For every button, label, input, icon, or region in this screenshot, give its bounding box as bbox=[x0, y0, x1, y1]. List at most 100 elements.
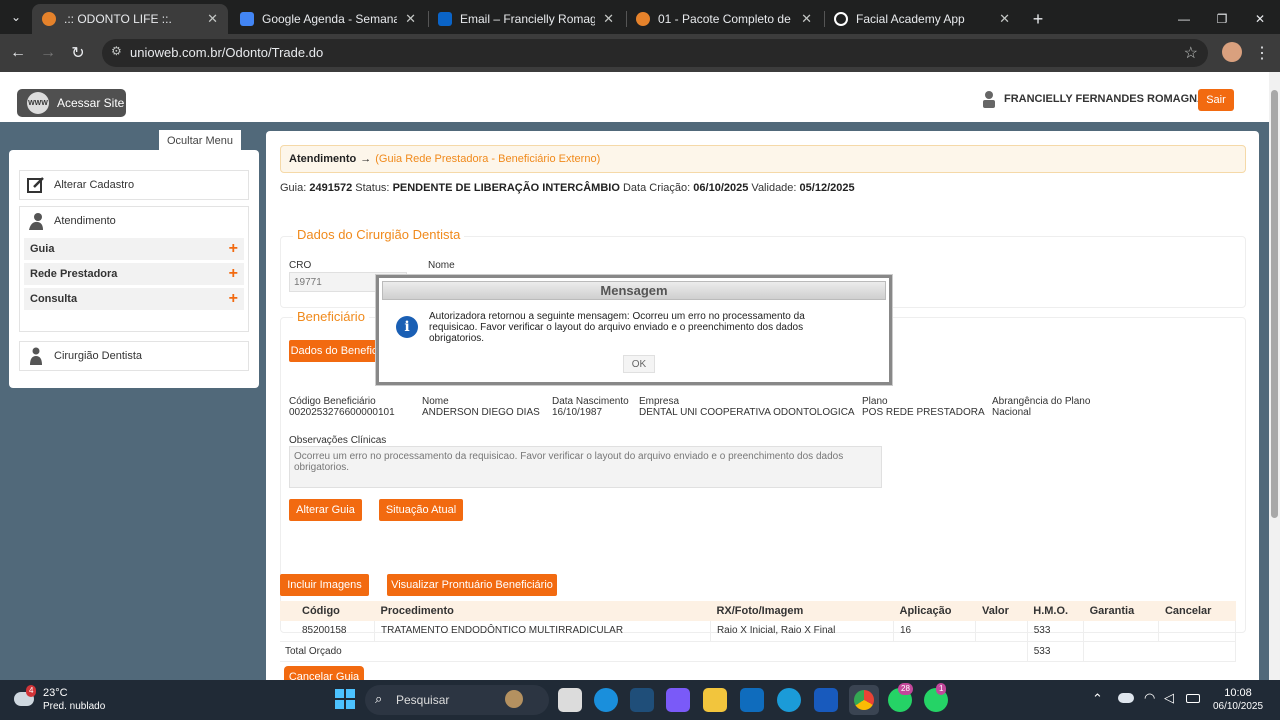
page-scrollbar[interactable] bbox=[1269, 72, 1280, 680]
forward-button[interactable]: → bbox=[38, 43, 58, 63]
profile-avatar[interactable] bbox=[1222, 42, 1242, 62]
table-cell[interactable] bbox=[1158, 621, 1236, 642]
creation-date-label: Data Criação: bbox=[622, 182, 691, 194]
visualizar-prontuario-button[interactable]: Visualizar Prontuário Beneficiário bbox=[387, 574, 557, 596]
close-icon[interactable]: ✕ bbox=[999, 11, 1010, 27]
site-header: WWW Acessar Site FRANCIELLY FERNANDES RO… bbox=[0, 72, 1269, 122]
wifi-icon[interactable]: ◠ bbox=[1144, 690, 1155, 706]
tab-title: Email – Francielly Romagna – O bbox=[460, 12, 596, 26]
sidebar-subitem-consulta[interactable]: Consulta + bbox=[24, 288, 244, 310]
calculator-icon[interactable] bbox=[630, 688, 654, 712]
canva-icon[interactable] bbox=[777, 688, 801, 712]
alterar-guia-button[interactable]: Alterar Guia bbox=[289, 499, 362, 521]
creation-date-value: 06/10/2025 bbox=[693, 182, 749, 194]
reload-button[interactable]: ↻ bbox=[68, 43, 88, 63]
clock-time[interactable]: 10:08 bbox=[1211, 687, 1265, 699]
taskbar-search[interactable]: ⌕ Pesquisar bbox=[365, 685, 549, 715]
bookmark-star-icon[interactable]: ☆ bbox=[1184, 43, 1198, 63]
weather-desc: Pred. nublado bbox=[43, 701, 106, 712]
back-button[interactable]: ← bbox=[8, 43, 28, 63]
whatsapp-business-icon[interactable]: 1 bbox=[924, 683, 948, 712]
scrollbar-thumb[interactable] bbox=[1271, 90, 1278, 518]
table-cell: 16 bbox=[893, 621, 977, 642]
incluir-imagens-button[interactable]: Incluir Imagens bbox=[280, 574, 369, 596]
chevron-down-icon: ⌄ bbox=[10, 10, 22, 24]
plus-icon[interactable]: + bbox=[229, 240, 238, 258]
url-text[interactable]: unioweb.com.br/Odonto/Trade.do bbox=[130, 45, 323, 60]
maximize-button[interactable]: ❐ bbox=[1210, 4, 1234, 34]
column-header: Cancelar bbox=[1158, 601, 1236, 621]
acessar-site-button[interactable]: WWW Acessar Site bbox=[17, 89, 126, 117]
task-view-icon[interactable] bbox=[558, 688, 582, 712]
minimize-button[interactable]: — bbox=[1172, 4, 1196, 34]
user-name: FRANCIELLY FERNANDES ROMAGNA bbox=[1004, 93, 1206, 105]
site-info-icon[interactable]: ⚙ bbox=[111, 44, 122, 58]
menu-button[interactable]: ⋮ bbox=[1252, 43, 1272, 63]
sidebar-item-cirurgiao[interactable]: Cirurgião Dentista bbox=[19, 341, 249, 371]
tab-search-button[interactable]: ⌄ bbox=[6, 8, 26, 26]
sidebar-item-alterar-cadastro[interactable]: Alterar Cadastro bbox=[19, 170, 249, 200]
cro-label: CRO bbox=[289, 260, 312, 271]
www-globe-icon: WWW bbox=[27, 92, 49, 114]
start-button[interactable] bbox=[334, 688, 356, 710]
clinical-notes-field[interactable]: Ocorreu um erro no processamento da requ… bbox=[289, 446, 882, 488]
sidebar-subitem-rede-prestadora[interactable]: Rede Prestadora + bbox=[24, 263, 244, 285]
close-icon[interactable]: ✕ bbox=[405, 11, 416, 27]
situacao-atual-button[interactable]: Situação Atual bbox=[379, 499, 463, 521]
odonto-icon bbox=[42, 12, 56, 26]
cancelar-guia-button[interactable]: Cancelar Guia bbox=[284, 666, 364, 680]
user-icon bbox=[983, 91, 995, 108]
close-icon[interactable]: ✕ bbox=[603, 11, 614, 27]
beneficiary-data-tab[interactable]: Dados do Benefic bbox=[289, 340, 379, 362]
file-explorer-icon[interactable] bbox=[703, 688, 727, 712]
battery-icon[interactable] bbox=[1186, 694, 1200, 703]
sidebar-item-atendimento[interactable]: Atendimento bbox=[20, 207, 248, 235]
plus-icon[interactable]: + bbox=[229, 265, 238, 283]
outlook-icon bbox=[438, 12, 452, 26]
field-label: Plano bbox=[862, 396, 888, 407]
tab-title: Facial Academy App bbox=[856, 12, 965, 26]
chrome-taskbar-button[interactable] bbox=[849, 685, 879, 715]
field-label: Código Beneficiário bbox=[289, 396, 376, 407]
sidebar-item-label: Cirurgião Dentista bbox=[54, 350, 143, 362]
tab-facial-academy[interactable]: Facial Academy App ✕ bbox=[824, 4, 1020, 34]
tab-google-agenda[interactable]: Google Agenda - Semana de 5 ✕ bbox=[230, 4, 426, 34]
plus-icon: + bbox=[1032, 8, 1044, 29]
tab-pacote[interactable]: 01 - Pacote Completo de Termo ✕ bbox=[626, 4, 822, 34]
new-tab-button[interactable]: + bbox=[1026, 4, 1050, 34]
address-bar[interactable]: ⚙ unioweb.com.br/Odonto/Trade.do ☆ bbox=[102, 39, 1208, 67]
store-icon[interactable] bbox=[740, 688, 764, 712]
notification-badge: 1 bbox=[936, 683, 947, 695]
tab-odonto[interactable]: .:: ODONTO LIFE ::. ✕ bbox=[32, 4, 228, 34]
status-label: Status: bbox=[355, 182, 390, 194]
tab-email[interactable]: Email – Francielly Romagna – O ✕ bbox=[428, 4, 624, 34]
tab-title: Google Agenda - Semana de 5 bbox=[262, 12, 398, 26]
validity-value: 05/12/2025 bbox=[799, 182, 855, 194]
close-icon[interactable]: ✕ bbox=[207, 11, 218, 27]
field-label: Abrangência do Plano bbox=[992, 396, 1091, 407]
video-icon bbox=[636, 12, 650, 26]
sidebar-item-label: Alterar Cadastro bbox=[54, 179, 135, 191]
edge-icon[interactable] bbox=[594, 688, 618, 712]
clock-date[interactable]: 06/10/2025 bbox=[1208, 701, 1268, 712]
onedrive-icon[interactable] bbox=[1118, 693, 1134, 703]
hide-menu-toggle[interactable]: Ocultar Menu bbox=[159, 130, 241, 152]
volume-icon[interactable]: ◁ bbox=[1164, 690, 1174, 706]
logout-button[interactable]: Sair bbox=[1198, 89, 1234, 111]
copilot-icon[interactable] bbox=[666, 688, 690, 712]
chevron-up-icon[interactable]: ⌃ bbox=[1092, 691, 1103, 707]
sidebar-subitem-guia[interactable]: Guia + bbox=[24, 238, 244, 260]
table-row[interactable]: 85200158 TRATAMENTO ENDODÔNTICO MULTIRRA… bbox=[280, 621, 1236, 642]
beneficiary-name: ANDERSON DIEGO DIAS bbox=[422, 407, 540, 418]
guia-number: 2491572 bbox=[309, 182, 353, 194]
weather-widget[interactable]: 4 bbox=[14, 685, 37, 710]
plus-icon[interactable]: + bbox=[229, 290, 238, 308]
beneficiary-code: 0020253276600000101 bbox=[289, 407, 395, 418]
table-cell bbox=[1083, 641, 1236, 662]
close-icon[interactable]: ✕ bbox=[801, 11, 812, 27]
word-icon[interactable] bbox=[814, 688, 838, 712]
ok-button[interactable]: OK bbox=[623, 355, 655, 373]
whatsapp-icon[interactable]: 28 bbox=[888, 683, 913, 712]
window-close-button[interactable]: ✕ bbox=[1248, 4, 1272, 34]
validity-label: Validade: bbox=[751, 182, 797, 194]
